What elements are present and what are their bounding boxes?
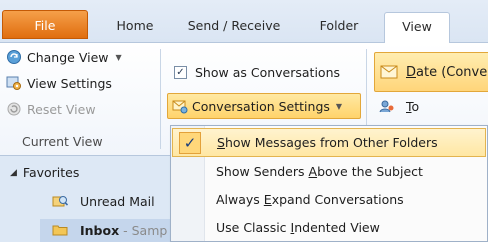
chevron-down-icon: ▼ xyxy=(115,52,122,62)
inbox-label: Inbox - Samp xyxy=(80,223,167,238)
checkbox-checked-icon: ✓ xyxy=(174,66,187,79)
access-key: E xyxy=(263,192,272,207)
arrange-by-to-button[interactable]: To xyxy=(379,98,419,114)
change-view-label: Change View xyxy=(27,49,109,65)
favorites-label: Favorites xyxy=(22,165,80,180)
conversation-settings-menu: ✓ Show Messages from Other Folders Show … xyxy=(170,125,488,242)
menu-item-show-senders-above-subject[interactable]: Show Senders Above the Subject xyxy=(172,157,486,186)
conversation-settings-button[interactable]: Conversation Settings ▼ xyxy=(167,93,361,119)
label-post: xpand Conversations xyxy=(271,192,404,207)
view-settings-button[interactable]: View Settings xyxy=(6,75,112,91)
label-post: ndented View xyxy=(294,220,380,235)
tab-folder[interactable]: Folder xyxy=(310,12,368,43)
date-access-key: D xyxy=(406,64,417,80)
reset-view-button[interactable]: Reset View xyxy=(6,101,96,117)
label-post: bove the Subject xyxy=(317,164,423,179)
to-label-rest: o xyxy=(411,98,420,114)
access-key: S xyxy=(217,135,225,150)
tab-file[interactable]: File xyxy=(2,10,88,39)
reset-view-label: Reset View xyxy=(27,101,96,117)
change-view-button[interactable]: Change View ▼ xyxy=(6,49,122,65)
conversation-settings-icon xyxy=(172,98,188,114)
search-folder-icon xyxy=(52,193,69,209)
group-divider xyxy=(160,49,161,149)
show-as-conversations-checkbox[interactable]: ✓ Show as Conversations xyxy=(174,65,340,80)
show-as-conversations-label: Show as Conversations xyxy=(195,65,341,80)
menu-item-label: Always Expand Conversations xyxy=(216,192,404,207)
collapse-triangle-icon[interactable]: ◢ xyxy=(10,168,17,178)
checkmark-icon: ✓ xyxy=(179,132,201,154)
inbox-name: Inbox xyxy=(80,222,120,238)
inbox-suffix: - Samp xyxy=(119,222,168,238)
access-key: A xyxy=(308,164,318,179)
label-post: how Messages from Other Folders xyxy=(224,135,438,150)
menu-item-show-messages-from-other-folders[interactable]: ✓ Show Messages from Other Folders xyxy=(172,128,486,157)
to-person-icon xyxy=(379,98,395,114)
tab-home[interactable]: Home xyxy=(110,12,160,43)
view-settings-label: View Settings xyxy=(27,75,112,91)
tab-view[interactable]: View xyxy=(384,12,450,44)
view-settings-icon xyxy=(6,75,22,91)
reset-view-icon xyxy=(6,101,22,117)
unread-mail-label: Unread Mail xyxy=(80,193,155,209)
arrange-by-date-label: Date (Conve xyxy=(406,65,487,80)
menu-item-label: Show Messages from Other Folders xyxy=(217,135,438,150)
favorites-header[interactable]: ◢ Favorites xyxy=(10,165,79,180)
arrange-by-to-label: To xyxy=(406,99,419,114)
arrange-by-date-button[interactable]: Date (Conve xyxy=(374,52,488,92)
group-label-current-view: Current View xyxy=(22,134,103,149)
nav-item-inbox[interactable]: Inbox - Samp xyxy=(52,222,167,238)
menu-item-label: Show Senders Above the Subject xyxy=(216,164,423,179)
inbox-folder-icon xyxy=(52,222,68,238)
label-pre: Use Classic xyxy=(216,220,291,235)
date-label-rest: ate (Conve xyxy=(416,64,488,80)
date-envelope-icon xyxy=(380,62,400,82)
conversation-settings-label: Conversation Settings xyxy=(192,98,330,114)
menu-item-label: Use Classic Indented View xyxy=(216,220,380,235)
nav-item-unread-mail[interactable]: Unread Mail xyxy=(52,193,155,209)
label-pre: Always xyxy=(216,192,264,207)
menu-item-always-expand-conversations[interactable]: Always Expand Conversations xyxy=(172,185,486,214)
ribbon-tab-bar: File Home Send / Receive Folder View xyxy=(0,0,488,44)
change-view-icon xyxy=(6,49,22,65)
menu-item-use-classic-indented-view[interactable]: Use Classic Indented View xyxy=(172,213,486,242)
chevron-down-icon: ▼ xyxy=(335,101,343,111)
tab-send-receive[interactable]: Send / Receive xyxy=(180,12,288,43)
label-pre: Show Senders xyxy=(216,164,309,179)
